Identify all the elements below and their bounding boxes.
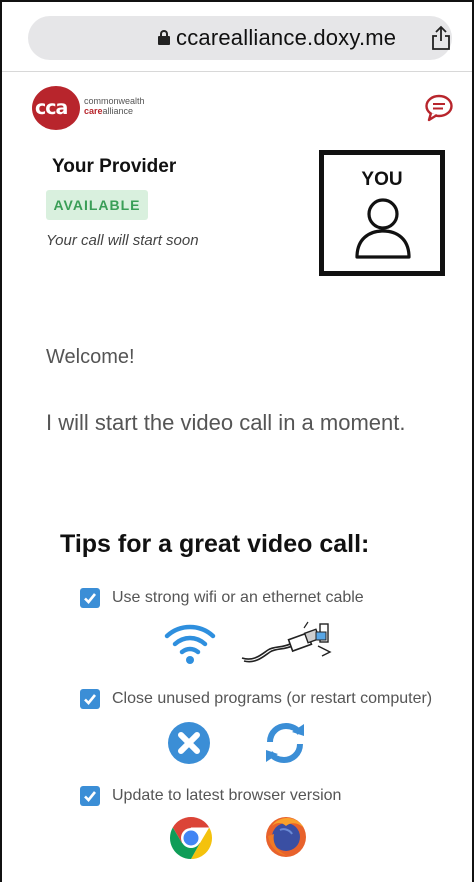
cca-logo: cca commonwealth carealliance bbox=[32, 86, 162, 130]
chrome-icon bbox=[169, 817, 213, 859]
url-text: ccarealliance.doxy.me bbox=[176, 25, 397, 50]
lock-icon bbox=[158, 30, 170, 45]
tips-title: Tips for a great video call: bbox=[60, 530, 370, 558]
check-icon bbox=[80, 689, 100, 709]
chat-icon[interactable] bbox=[424, 94, 454, 122]
share-icon[interactable] bbox=[430, 25, 452, 51]
tip-text: Update to latest browser version bbox=[112, 787, 342, 804]
logo-mark: cca bbox=[32, 86, 80, 130]
wifi-icon bbox=[164, 624, 216, 664]
call-status-text: Your call will start soon bbox=[46, 232, 199, 249]
provider-title: Your Provider bbox=[52, 156, 177, 177]
check-icon bbox=[80, 786, 100, 806]
ethernet-cable-icon bbox=[241, 621, 332, 663]
self-view-label: YOU bbox=[361, 169, 403, 190]
check-icon bbox=[80, 588, 100, 608]
refresh-icon bbox=[266, 722, 304, 764]
tip-text: Use strong wifi or an ethernet cable bbox=[112, 589, 364, 606]
logo-line2: carealliance bbox=[84, 106, 134, 116]
firefox-icon bbox=[266, 817, 306, 857]
address-bar[interactable]: ccarealliance.doxy.me bbox=[28, 16, 452, 60]
welcome-heading: Welcome! bbox=[46, 346, 135, 368]
screen-frame bbox=[0, 0, 474, 882]
logo-line1: commonwealth bbox=[84, 96, 145, 106]
status-badge: AVAILABLE bbox=[46, 190, 148, 220]
close-circle-icon bbox=[168, 722, 210, 764]
self-view-tile: YOU bbox=[319, 150, 445, 276]
person-icon bbox=[355, 198, 411, 259]
browser-toolbar: ccarealliance.doxy.me bbox=[2, 2, 472, 72]
tip-text: Close unused programs (or restart comput… bbox=[112, 690, 433, 707]
welcome-message: I will start the video call in a moment. bbox=[46, 410, 406, 435]
